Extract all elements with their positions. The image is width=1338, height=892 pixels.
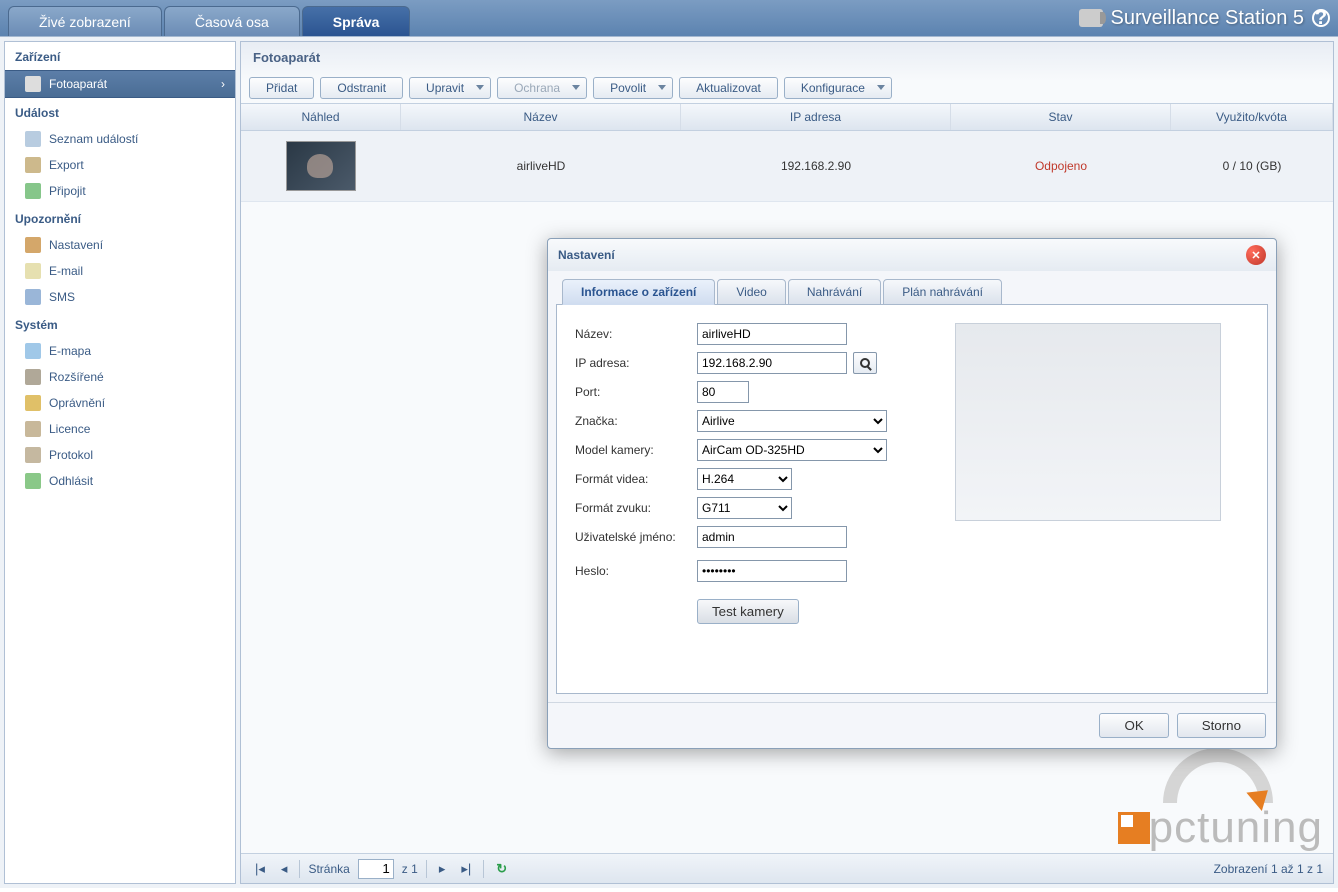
model-select[interactable]: AirCam OD-325HD [697,439,887,461]
search-icon [860,358,870,368]
sidebar-item-label: Fotoaparát [49,77,107,91]
sidebar-item-label: Export [49,158,84,172]
sidebar-item-advanced[interactable]: Rozšířené [5,364,235,390]
gear-icon [25,369,41,385]
afmt-select[interactable]: G711 [697,497,792,519]
sidebar-item-sms[interactable]: SMS [5,284,235,310]
camera-icon [1079,9,1103,27]
brand-select[interactable]: Airlive [697,410,887,432]
sidebar: Zařízení Fotoaparát › Událost Seznam udá… [4,41,236,884]
sidebar-item-license[interactable]: Licence [5,416,235,442]
username-input[interactable] [697,526,847,548]
dialog-title: Nastavení [558,248,615,262]
tab-timeline[interactable]: Časová osa [164,6,300,36]
sidebar-item-email[interactable]: E-mail [5,258,235,284]
afmt-label: Formát zvuku: [575,501,697,515]
map-icon [25,343,41,359]
logout-icon [25,473,41,489]
help-icon[interactable]: ? [1312,9,1330,27]
key-icon [25,395,41,411]
tab-live[interactable]: Živé zobrazení [8,6,162,36]
sidebar-item-log[interactable]: Protokol [5,442,235,468]
dialog-mask: Nastavení ✕ Informace o zařízení Video N… [241,42,1333,883]
sidebar-item-camera[interactable]: Fotoaparát › [5,70,235,98]
vfmt-label: Formát videa: [575,472,697,486]
sidebar-item-eventlist[interactable]: Seznam událostí [5,126,235,152]
sidebar-item-label: Licence [49,422,90,436]
model-label: Model kamery: [575,443,697,457]
brand-text: Surveillance Station 5 [1111,7,1304,30]
sidebar-item-logout[interactable]: Odhlásit [5,468,235,494]
sidebar-item-mount[interactable]: Připojit [5,178,235,204]
ip-label: IP adresa: [575,356,697,370]
brand-label: Značka: [575,414,697,428]
wrench-icon [25,237,41,253]
camera-preview [955,323,1221,521]
mount-icon [25,183,41,199]
sidebar-item-label: E-mapa [49,344,91,358]
name-label: Název: [575,327,697,341]
sidebar-item-settings[interactable]: Nastavení [5,232,235,258]
main-panel: Fotoaparát Přidat Odstranit Upravit Ochr… [240,41,1334,884]
password-input[interactable] [697,560,847,582]
ok-button[interactable]: OK [1099,713,1168,738]
port-input[interactable] [697,381,749,403]
tab-schedule[interactable]: Plán nahrávání [883,279,1002,305]
sidebar-item-export[interactable]: Export [5,152,235,178]
list-icon [25,131,41,147]
brand: Surveillance Station 5 ? [1079,7,1330,30]
name-input[interactable] [697,323,847,345]
phone-icon [25,289,41,305]
dialog-title-bar[interactable]: Nastavení ✕ [548,239,1276,271]
test-camera-button[interactable]: Test kamery [697,599,799,624]
sidebar-item-privilege[interactable]: Oprávnění [5,390,235,416]
top-banner: Živé zobrazení Časová osa Správa Surveil… [0,0,1338,36]
dialog-tabs: Informace o zařízení Video Nahrávání Plá… [556,279,1268,305]
dialog-content: Název: IP adresa: Port: Značka:Airlive M… [556,304,1268,694]
close-icon[interactable]: ✕ [1246,245,1266,265]
ip-input[interactable] [697,352,847,374]
cancel-button[interactable]: Storno [1177,713,1266,738]
sidebar-item-label: Odhlásit [49,474,93,488]
sidebar-section-notif: Upozornění [5,204,235,232]
sidebar-item-label: Oprávnění [49,396,105,410]
sidebar-item-label: Nastavení [49,238,103,252]
search-ip-button[interactable] [853,352,877,374]
export-icon [25,157,41,173]
sidebar-item-label: E-mail [49,264,83,278]
user-label: Uživatelské jméno: [575,530,697,544]
sidebar-section-event: Událost [5,98,235,126]
sidebar-item-label: Protokol [49,448,93,462]
sidebar-section-devices: Zařízení [5,42,235,70]
main-tabs: Živé zobrazení Časová osa Správa [8,6,410,36]
sidebar-item-label: SMS [49,290,75,304]
sidebar-item-label: Rozšířené [49,370,104,384]
vfmt-select[interactable]: H.264 [697,468,792,490]
camera-small-icon [25,76,41,92]
sidebar-section-system: Systém [5,310,235,338]
port-label: Port: [575,385,697,399]
tab-device-info[interactable]: Informace o zařízení [562,279,715,305]
settings-dialog: Nastavení ✕ Informace o zařízení Video N… [547,238,1277,749]
sidebar-item-label: Připojit [49,184,86,198]
chevron-right-icon: › [221,77,225,91]
tab-video[interactable]: Video [717,279,785,305]
tab-admin[interactable]: Správa [302,6,411,36]
sidebar-item-emap[interactable]: E-mapa [5,338,235,364]
sidebar-item-label: Seznam událostí [49,132,138,146]
dialog-footer: OK Storno [548,702,1276,748]
book-icon [25,447,41,463]
pass-label: Heslo: [575,564,697,578]
tab-recording[interactable]: Nahrávání [788,279,881,305]
mail-icon [25,263,41,279]
license-icon [25,421,41,437]
